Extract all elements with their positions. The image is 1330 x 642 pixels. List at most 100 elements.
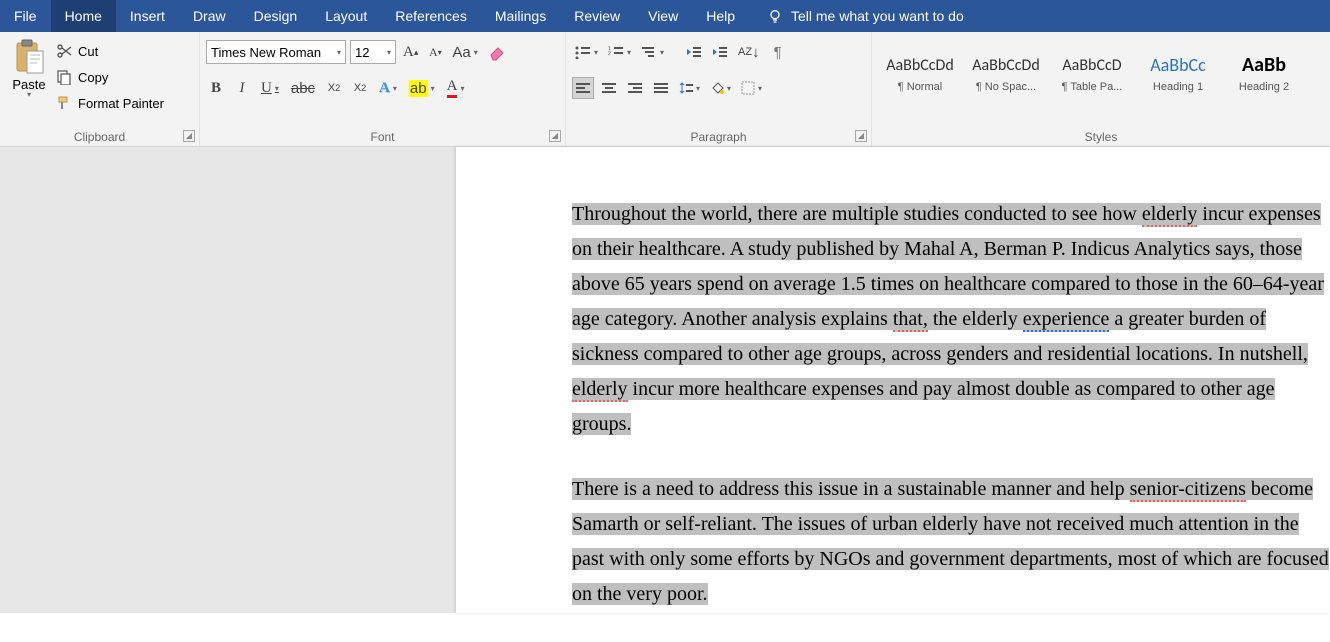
style-heading-2[interactable]: AaBbHeading 2: [1222, 39, 1306, 103]
font-name-combo[interactable]: Times New Roman ▾: [206, 40, 346, 64]
shading-button[interactable]: ▾: [707, 77, 734, 99]
document-page[interactable]: Throughout the world, there are multiple…: [456, 147, 1330, 613]
style-name: Heading 2: [1239, 81, 1289, 93]
multilevel-list-button[interactable]: ▾: [638, 41, 667, 63]
paste-button[interactable]: Paste ▾: [6, 35, 52, 98]
format-painter-button[interactable]: Format Painter: [52, 91, 168, 115]
copy-button[interactable]: Copy: [52, 65, 168, 89]
line-spacing-button[interactable]: ▾: [676, 77, 703, 99]
style-heading-1[interactable]: AaBbCcHeading 1: [1136, 39, 1220, 103]
document-content[interactable]: Throughout the world, there are multiple…: [572, 197, 1330, 642]
clipboard-icon: [13, 39, 45, 75]
borders-button[interactable]: ▾: [738, 77, 765, 99]
menu-insert[interactable]: Insert: [116, 0, 179, 32]
font-launcher[interactable]: ◢: [549, 130, 561, 142]
align-right-icon: [628, 82, 642, 94]
cut-button[interactable]: Cut: [52, 39, 168, 63]
svg-text:2: 2: [608, 51, 611, 57]
text-run: the elderly: [928, 308, 1023, 330]
text-run: incur more healthcare expenses and pay a…: [572, 378, 1275, 435]
menu-bar: File Home Insert Draw Design Layout Refe…: [0, 0, 1330, 32]
bullets-icon: [575, 45, 591, 59]
style-name: ¶ No Spac...: [976, 81, 1036, 93]
document-area: Throughout the world, there are multiple…: [0, 147, 1330, 613]
text-effects-button[interactable]: A▾: [376, 77, 400, 99]
font-group-label: Font: [200, 130, 565, 144]
tell-me-label: Tell me what you want to do: [791, 8, 964, 24]
group-font: Times New Roman ▾ 12▾ A▴ A▾ Aa▾ B I U▾ ab…: [200, 32, 566, 146]
paragraph-1[interactable]: Throughout the world, there are multiple…: [572, 197, 1330, 442]
font-name-value: Times New Roman: [211, 45, 321, 60]
clear-formatting-button[interactable]: [485, 41, 509, 63]
text-run-squiggle: that,: [893, 308, 928, 332]
styles-group-label: Styles: [872, 130, 1330, 144]
underline-button[interactable]: U▾: [258, 77, 282, 99]
menu-mailings[interactable]: Mailings: [481, 0, 560, 32]
clipboard-launcher[interactable]: ◢: [183, 130, 195, 142]
lightbulb-icon: [767, 8, 783, 24]
scissors-icon: [56, 43, 72, 59]
increase-indent-button[interactable]: [709, 41, 731, 63]
font-color-button[interactable]: A▾: [444, 77, 468, 99]
style-table-paragraph[interactable]: AaBbCcD¶ Table Pa...: [1050, 39, 1134, 103]
style-preview: AaBbCcDd: [886, 49, 954, 81]
menu-layout[interactable]: Layout: [311, 0, 381, 32]
borders-icon: [741, 81, 755, 95]
paragraph-group-label: Paragraph: [566, 130, 871, 144]
format-painter-label: Format Painter: [78, 96, 164, 111]
italic-button[interactable]: I: [232, 77, 252, 99]
numbering-icon: 12: [608, 45, 624, 59]
font-size-combo[interactable]: 12▾: [350, 40, 396, 64]
style-name: ¶ Normal: [898, 81, 942, 93]
menu-view[interactable]: View: [634, 0, 692, 32]
menu-help[interactable]: Help: [692, 0, 749, 32]
shrink-font-button[interactable]: A▾: [425, 41, 445, 63]
menu-review[interactable]: Review: [560, 0, 634, 32]
style-preview: AaBbCcD: [1062, 49, 1121, 81]
bold-button[interactable]: B: [206, 77, 226, 99]
bullets-button[interactable]: ▾: [572, 41, 601, 63]
paste-dropdown-icon[interactable]: ▾: [27, 92, 31, 98]
font-size-value: 12: [355, 45, 369, 60]
outdent-icon: [686, 45, 702, 59]
justify-button[interactable]: [650, 77, 672, 99]
text-run: There is a need to address this issue in…: [572, 478, 1130, 500]
menu-design[interactable]: Design: [240, 0, 312, 32]
text-run-squiggle: experience: [1023, 308, 1110, 332]
decrease-indent-button[interactable]: [683, 41, 705, 63]
strikethrough-button[interactable]: abc: [288, 77, 318, 99]
paintbrush-icon: [56, 95, 72, 111]
style-name: ¶ Table Pa...: [1062, 81, 1123, 93]
style-name: Heading 1: [1153, 81, 1203, 93]
sort-button[interactable]: AZ↓: [735, 41, 763, 63]
paragraph-launcher[interactable]: ◢: [855, 130, 867, 142]
subscript-button[interactable]: X2: [324, 77, 344, 99]
superscript-button[interactable]: X2: [350, 77, 370, 99]
chevron-down-icon: ▾: [334, 48, 341, 57]
group-styles: AaBbCcDd¶ Normal AaBbCcDd¶ No Spac... Aa…: [872, 32, 1330, 146]
menu-home[interactable]: Home: [51, 0, 116, 32]
copy-icon: [56, 69, 72, 85]
eraser-icon: [488, 43, 506, 61]
menu-references[interactable]: References: [381, 0, 481, 32]
align-right-button[interactable]: [624, 77, 646, 99]
paragraph-2[interactable]: There is a need to address this issue in…: [572, 472, 1330, 612]
menu-file[interactable]: File: [0, 0, 51, 32]
group-paragraph: ▾ 12▾ ▾ AZ↓ ¶ ▾ ▾ ▾ Paragraph ◢: [566, 32, 872, 146]
highlight-button[interactable]: ab▾: [406, 77, 438, 99]
multilevel-icon: [641, 45, 657, 59]
change-case-button[interactable]: Aa▾: [449, 41, 480, 63]
align-left-icon: [576, 82, 590, 94]
numbering-button[interactable]: 12▾: [605, 41, 634, 63]
bucket-icon: [710, 81, 724, 95]
align-center-button[interactable]: [598, 77, 620, 99]
menu-draw[interactable]: Draw: [179, 0, 240, 32]
style-normal[interactable]: AaBbCcDd¶ Normal: [878, 39, 962, 103]
style-preview: AaBbCc: [1150, 49, 1206, 81]
tell-me-search[interactable]: Tell me what you want to do: [749, 0, 978, 32]
show-marks-button[interactable]: ¶: [767, 41, 789, 63]
align-left-button[interactable]: [572, 77, 594, 99]
style-no-spacing[interactable]: AaBbCcDd¶ No Spac...: [964, 39, 1048, 103]
grow-font-button[interactable]: A▴: [400, 41, 421, 63]
text-run-squiggle: senior-citizens: [1130, 478, 1246, 502]
